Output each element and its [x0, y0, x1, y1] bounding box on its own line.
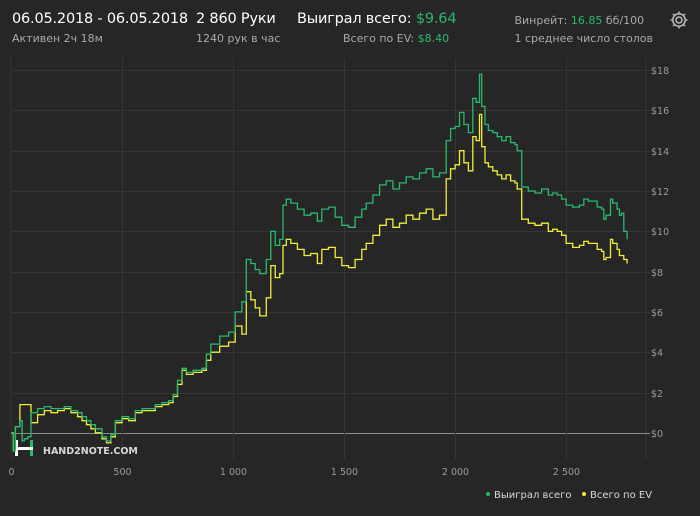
y-tick-label: $16 — [651, 106, 669, 117]
y-tick-label: $10 — [651, 227, 669, 238]
x-tick-label: 0 — [8, 467, 14, 478]
y-tick-label: $18 — [651, 66, 669, 77]
watermark: HAND2NOTE.COM — [15, 440, 138, 457]
legend: Выиграл всего Всего по EV — [0, 490, 700, 506]
series-line-won — [11, 73, 628, 452]
series-line-ev — [11, 113, 628, 452]
y-tick-label: $14 — [651, 147, 669, 158]
x-tick-label: 2 000 — [442, 467, 469, 478]
x-tick-label: 500 — [113, 467, 131, 478]
x-tick-label: 1 500 — [331, 467, 358, 478]
profit-chart: $0 $2 $4 $6 $8 $10 $12 $14 $16 $18 0 500 1 000 1 500… — [8, 58, 669, 478]
legend-dot-ev — [582, 492, 586, 496]
y-tick-label: $12 — [651, 187, 669, 198]
legend-label-won: Выиграл всего — [494, 490, 572, 501]
y-tick-label: $8 — [651, 268, 663, 279]
y-tick-label: $0 — [651, 429, 663, 440]
x-tick-label: 1 000 — [220, 467, 247, 478]
hand2note-logo-icon — [15, 440, 33, 456]
y-tick-label: $6 — [651, 308, 663, 319]
legend-label-ev: Всего по EV — [590, 490, 653, 501]
x-tick-label: 2 500 — [553, 467, 580, 478]
legend-item-ev[interactable]: Всего по EV — [582, 490, 652, 501]
y-tick-label: $2 — [651, 389, 663, 400]
y-tick-label: $4 — [651, 348, 663, 359]
legend-dot-won — [486, 492, 490, 496]
legend-item-won[interactable]: Выиграл всего — [486, 490, 571, 501]
watermark-text: HAND2NOTE.COM — [43, 446, 138, 457]
